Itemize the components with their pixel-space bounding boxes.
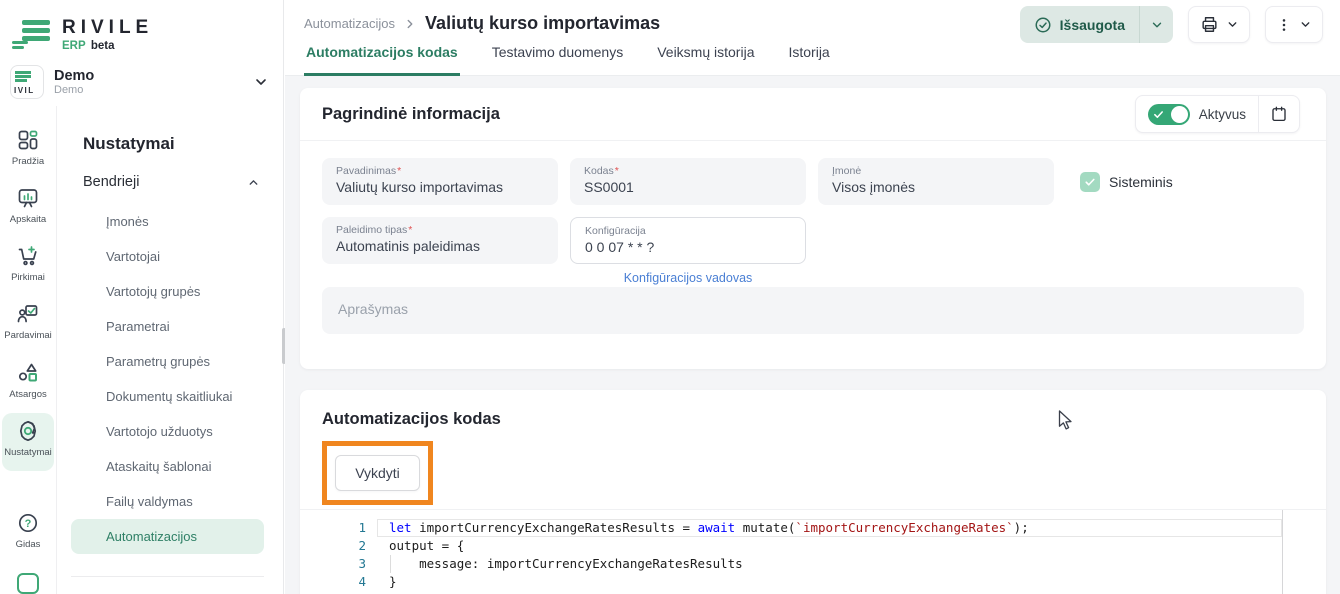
menu-group-bendrieji[interactable]: Bendrieji <box>83 170 264 194</box>
breadcrumb: Automatizacijos Valiutų kurso importavim… <box>304 13 660 34</box>
menu-item-parametrai[interactable]: Parametrai <box>71 309 264 344</box>
checkbox-checked-icon <box>1080 172 1100 192</box>
page-title: Valiutų kurso importavimas <box>425 13 660 34</box>
menu-item-imones[interactable]: Įmonės <box>71 204 264 239</box>
company-field[interactable]: Įmonė Visos įmonės <box>818 158 1054 205</box>
menu-item-vartotoju-grupes[interactable]: Vartotojų grupės <box>71 274 264 309</box>
menu-item-vartotojai[interactable]: Vartotojai <box>71 239 264 274</box>
brand-product: ERP <box>62 40 86 52</box>
calendar-button[interactable] <box>1259 96 1299 132</box>
run-button[interactable]: Vykdyti <box>335 455 420 491</box>
menu-divider <box>71 576 264 577</box>
config-guide-link[interactable]: Konfigūracijos vadovas <box>570 271 806 285</box>
rail-item-nustatymai[interactable]: Nustatymai <box>2 413 54 471</box>
gear-icon <box>16 419 40 443</box>
tab-istorija[interactable]: Istorija <box>786 44 831 76</box>
rail-item-partial-icon[interactable] <box>17 573 39 594</box>
breadcrumb-automatizacijos[interactable]: Automatizacijos <box>304 16 395 31</box>
brand-logo: RIVILE ERP beta <box>0 0 283 58</box>
system-checkbox[interactable]: Sisteminis <box>1080 172 1173 192</box>
rail-item-pirkimai[interactable]: Pirkimai <box>2 238 54 296</box>
app-root: RIVILE ERP beta IVIL Demo Demo <box>0 0 1340 594</box>
code-line: 1let importCurrencyExchangeRatesResults … <box>300 519 1326 537</box>
company-selector[interactable]: IVIL Demo Demo <box>0 58 283 106</box>
menu-title: Nustatymai <box>83 134 264 154</box>
code-editor[interactable]: 1let importCurrencyExchangeRatesResults … <box>300 510 1326 594</box>
rivile-logo-icon <box>12 17 52 51</box>
rail-item-pradzia[interactable]: Pradžia <box>2 122 54 180</box>
run-type-field[interactable]: Paleidimo tipas* Automatinis paleidimas <box>322 217 558 264</box>
saved-dropdown-button[interactable] <box>1140 6 1173 43</box>
indent-guide <box>390 555 391 573</box>
sales-person-icon <box>16 302 40 326</box>
cart-icon <box>16 244 40 268</box>
menu-item-vartotojo-uzduotys[interactable]: Vartotojo užduotys <box>71 414 264 449</box>
tab-automatizacijos-kodas[interactable]: Automatizacijos kodas <box>304 44 460 76</box>
general-info-card: Pagrindinė informacija Aktyvus <box>300 88 1326 369</box>
description-placeholder: Aprašymas <box>338 301 408 317</box>
code-line: 3 message: importCurrencyExchangeRatesRe… <box>300 555 1326 573</box>
brand-beta: beta <box>91 40 115 52</box>
kebab-icon <box>1276 17 1292 33</box>
cron-config-field[interactable]: Konfigūracija 0 0 07 * * ? <box>570 217 806 264</box>
automation-code-card: Automatizacijos kodas Vykdyti 1let impor… <box>300 390 1326 594</box>
menu-item-parametru-grupes[interactable]: Parametrų grupės <box>71 344 264 379</box>
settings-menu: Nustatymai Bendrieji Įmonės Vartotojai V… <box>57 106 283 594</box>
menu-item-ataskaitu-sablonai[interactable]: Ataskaitų šablonai <box>71 449 264 484</box>
saved-button[interactable]: Išsaugota <box>1020 6 1139 43</box>
check-circle-icon <box>1034 16 1052 34</box>
status-controls: Aktyvus <box>1135 95 1300 133</box>
code-line: 2output = { <box>300 537 1326 555</box>
active-toggle[interactable]: Aktyvus <box>1136 104 1258 125</box>
section-title-general-info: Pagrindinė informacija <box>322 105 500 124</box>
chevron-down-icon <box>1226 18 1239 31</box>
main-content: Pagrindinė informacija Aktyvus <box>285 76 1340 594</box>
brand-name: RIVILE <box>62 17 153 39</box>
printer-icon <box>1200 15 1219 34</box>
dashboard-icon <box>16 128 40 152</box>
system-checkbox-label: Sisteminis <box>1109 174 1173 190</box>
rail-item-apskaita[interactable]: Apskaita <box>2 180 54 238</box>
svg-text:?: ? <box>25 518 32 530</box>
active-toggle-label: Aktyvus <box>1199 107 1246 122</box>
chevron-up-icon <box>247 176 260 189</box>
saved-split-button: Išsaugota <box>1020 6 1173 43</box>
description-input[interactable]: Aprašymas <box>322 287 1304 334</box>
toggle-switch[interactable] <box>1148 104 1190 125</box>
name-field[interactable]: Pavadinimas* Valiutų kurso importavimas <box>322 158 558 205</box>
topbar: Automatizacijos Valiutų kurso importavim… <box>285 0 1340 76</box>
company-avatar: IVIL <box>10 65 44 99</box>
tab-testavimo-duomenys[interactable]: Testavimo duomenys <box>490 44 626 76</box>
chevron-down-icon <box>253 74 269 90</box>
menu-item-dokumentu-skaitliukai[interactable]: Dokumentų skaitliukai <box>71 379 264 414</box>
code-field[interactable]: Kodas* SS0001 <box>570 158 806 205</box>
help-icon: ? <box>16 511 40 535</box>
print-button[interactable] <box>1188 6 1250 43</box>
minimap-divider <box>1282 510 1283 594</box>
menu-item-automatizacijos[interactable]: Automatizacijos <box>71 519 264 554</box>
company-name: Demo <box>54 68 243 84</box>
section-title-automation-code: Automatizacijos kodas <box>300 390 1326 433</box>
chevron-down-icon <box>1299 18 1312 31</box>
shapes-icon <box>16 361 40 385</box>
code-line: 4} <box>300 573 1326 591</box>
rail-item-gidas[interactable]: ? Gidas <box>2 505 54 563</box>
tab-bar: Automatizacijos kodas Testavimo duomenys… <box>304 44 832 76</box>
tab-veiksmu-istorija[interactable]: Veiksmų istorija <box>655 44 756 76</box>
sidebar: RIVILE ERP beta IVIL Demo Demo <box>0 0 284 594</box>
rail-item-pardavimai[interactable]: Pardavimai <box>2 296 54 354</box>
more-menu-button[interactable] <box>1265 6 1323 43</box>
chevron-right-icon <box>403 17 417 31</box>
tutorial-highlight-box: Vykdyti <box>322 441 433 505</box>
menu-item-failu-valdymas[interactable]: Failų valdymas <box>71 484 264 519</box>
rail-item-atsargos[interactable]: Atsargos <box>2 355 54 413</box>
icon-rail: Pradžia Apskaita P <box>0 106 57 594</box>
company-sub: Demo <box>54 84 243 96</box>
chart-board-icon <box>16 186 40 210</box>
